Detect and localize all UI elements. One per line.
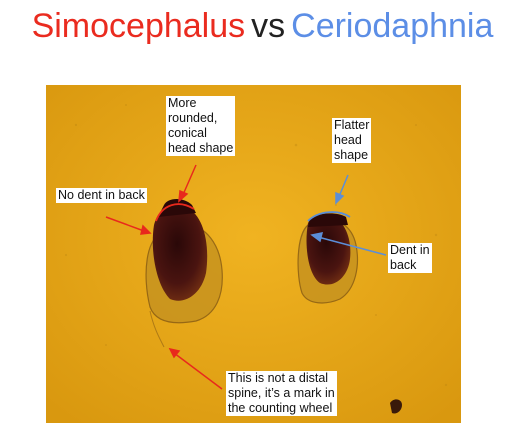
slide-title: Simocephalus vs Ceriodaphnia — [0, 4, 525, 48]
label-rounded-head: More rounded, conical head shape — [166, 96, 236, 156]
label-no-dent: No dent in back — [56, 188, 147, 203]
label-spine-note: This is not a distal spine, it’s a mark … — [226, 371, 337, 416]
label-dent: Dent in back — [388, 243, 432, 273]
title-vs: vs — [251, 7, 286, 45]
title-simocephalus: Simocephalus — [31, 7, 246, 45]
label-flatter-head: Flatter head shape — [332, 118, 372, 163]
title-ceriodaphnia: Ceriodaphnia — [291, 7, 494, 45]
